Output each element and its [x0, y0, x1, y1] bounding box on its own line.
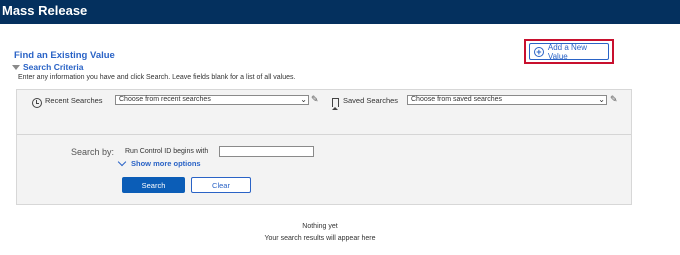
field-name: Run Control ID — [125, 148, 172, 155]
panel-divider — [17, 134, 631, 135]
search-panel: Recent Searches Choose from recent searc… — [16, 89, 632, 205]
pencil-icon[interactable]: ✎ — [311, 94, 319, 105]
chevron-down-icon: ⌄ — [300, 95, 307, 104]
add-circle-icon: + — [534, 46, 544, 57]
caret-down-icon — [12, 64, 20, 70]
search-criteria-label: Search Criteria — [23, 62, 84, 72]
add-new-value-highlight: + Add a New Value — [524, 39, 614, 64]
add-new-value-button[interactable]: + Add a New Value — [529, 42, 609, 61]
saved-searches-value: Choose from saved searches — [411, 96, 503, 103]
run-control-id-label: Run Control ID begins with — [125, 148, 208, 155]
search-button[interactable]: Search — [122, 177, 185, 193]
recent-searches-select[interactable]: Choose from recent searches ⌄ — [115, 95, 309, 105]
find-existing-heading: Find an Existing Value — [14, 50, 115, 61]
page-title: Mass Release — [2, 3, 88, 18]
bookmark-icon — [332, 98, 339, 110]
saved-searches-select[interactable]: Choose from saved searches ⌄ — [407, 95, 607, 105]
search-instructions: Enter any information you have and click… — [18, 74, 296, 81]
search-by-label: Search by: — [71, 147, 115, 157]
show-more-options-label: Show more options — [131, 159, 201, 168]
title-bar: Mass Release — [0, 0, 680, 24]
recent-searches-label: Recent Searches — [45, 96, 103, 105]
search-criteria-toggle[interactable]: Search Criteria — [12, 62, 83, 72]
saved-searches-label: Saved Searches — [343, 96, 399, 105]
add-new-value-label: Add a New Value — [547, 42, 587, 61]
empty-results-title: Nothing yet — [302, 223, 338, 230]
clear-button[interactable]: Clear — [191, 177, 251, 193]
chevron-down-icon — [117, 157, 127, 167]
recent-searches-value: Choose from recent searches — [119, 96, 211, 103]
chevron-down-icon: ⌄ — [598, 95, 605, 104]
show-more-options-link[interactable]: Show more options — [117, 157, 201, 168]
empty-results-message: Your search results will appear here — [264, 235, 376, 242]
history-icon — [32, 98, 42, 108]
operator-label: begins with — [173, 148, 209, 155]
run-control-id-input[interactable] — [219, 146, 314, 157]
pencil-icon[interactable]: ✎ — [610, 94, 618, 105]
